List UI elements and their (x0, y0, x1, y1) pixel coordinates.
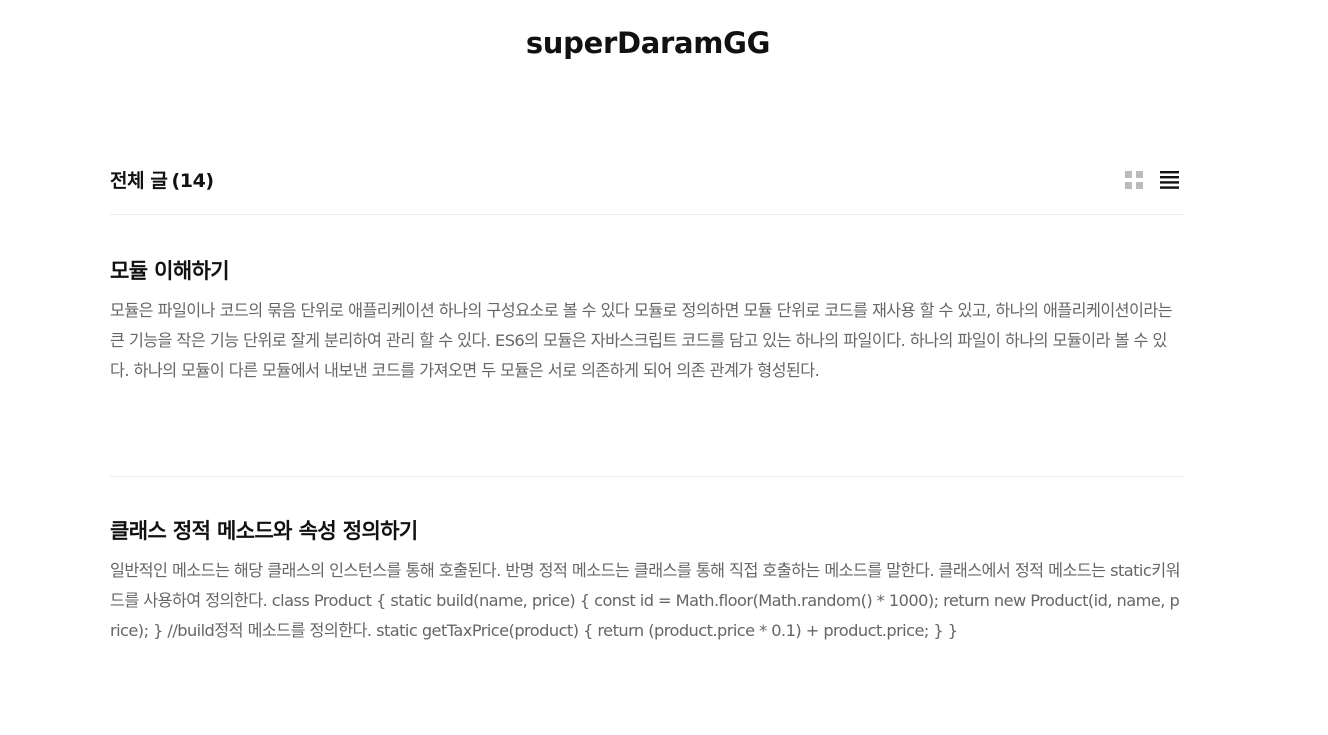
post-list-heading-label: 전체 글 (110, 170, 168, 192)
blog-title[interactable]: superDaramGG (0, 26, 1296, 60)
list-view-button[interactable] (1158, 170, 1180, 190)
post-list-header: 전체 글 (14) (110, 160, 1185, 215)
post-list-heading: 전체 글 (14) (110, 166, 214, 193)
grid-view-button[interactable] (1124, 170, 1144, 190)
grid-view-icon (1125, 171, 1143, 189)
list-view-icon (1159, 171, 1179, 189)
post-title[interactable]: 클래스 정적 메소드와 속성 정의하기 (110, 515, 418, 545)
view-toggle (1124, 170, 1180, 190)
post-excerpt[interactable]: 일반적인 메소드는 해당 클래스의 인스턴스를 통해 호출된다. 반명 정적 메… (110, 556, 1185, 646)
post-title[interactable]: 모듈 이해하기 (110, 255, 230, 285)
post-count: (14) (171, 170, 214, 192)
post-excerpt[interactable]: 모듈은 파일이나 코드의 묶음 단위로 애플리케이션 하나의 구성요소로 볼 수… (110, 296, 1185, 386)
post-item[interactable]: 모듈 이해하기 모듈은 파일이나 코드의 묶음 단위로 애플리케이션 하나의 구… (110, 214, 1185, 477)
